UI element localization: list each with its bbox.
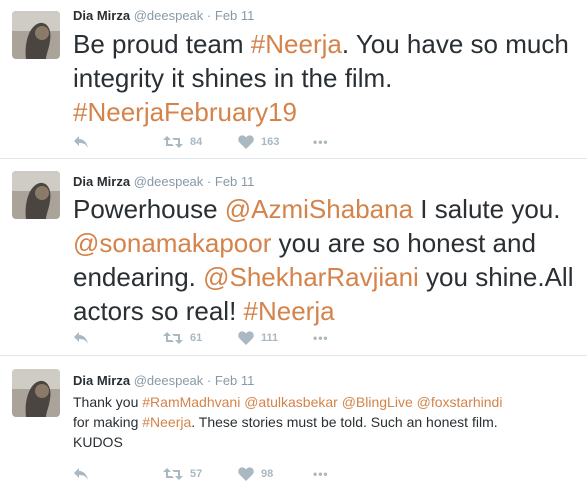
tweet-text-line: for making #Neerja. These stories must b… — [73, 412, 502, 432]
tweet-text-segment: you are so honest and — [271, 228, 536, 258]
tweet-text-segment: for making — [73, 414, 143, 430]
hashtag-link[interactable]: #RamMadhvani — [142, 394, 240, 410]
author-name[interactable]: Dia Mirza — [73, 373, 130, 388]
tweet-date[interactable]: Feb 11 — [215, 174, 255, 189]
reply-icon — [74, 332, 88, 344]
author-handle[interactable]: @deespeak — [134, 174, 204, 189]
more-icon: ••• — [313, 135, 329, 149]
tweet-date[interactable]: Feb 11 — [215, 8, 255, 23]
like-count: 98 — [261, 468, 274, 480]
tweet-text-segment: actors so real! — [73, 296, 244, 326]
tweet-text-line: Powerhouse @AzmiShabana I salute you. — [73, 192, 573, 226]
tweet[interactable]: Dia Mirza @deespeak · Feb 11 Powerhouse … — [0, 159, 587, 355]
meta-separator: · — [206, 373, 212, 388]
hashtag-link[interactable]: #Neerja — [251, 29, 342, 59]
hashtag-link[interactable]: #Neerja — [142, 414, 191, 430]
tweet-text-segment: KUDOS — [73, 434, 123, 450]
like-button[interactable]: 98 — [238, 467, 273, 481]
retweet-button[interactable]: 57 — [163, 467, 202, 481]
mention-link[interactable]: @ShekharRavjiani — [203, 262, 419, 292]
tweet-text-segment: endearing. — [73, 262, 204, 292]
tweet-text-line: integrity it shines in the film. — [73, 61, 569, 95]
mention-link[interactable]: @foxstarhindi — [417, 394, 503, 410]
retweet-button[interactable]: 61 — [163, 331, 202, 345]
hashtag-link[interactable]: #Neerja — [244, 296, 335, 326]
avatar[interactable] — [12, 369, 60, 417]
mention-link[interactable]: @AzmiShabana — [225, 194, 413, 224]
reply-button[interactable] — [73, 467, 89, 481]
author-handle[interactable]: @deespeak — [134, 8, 204, 23]
tweet-text: Be proud team #Neerja. You have so much i… — [73, 27, 569, 129]
mention-link[interactable]: @sonamakapoor — [73, 228, 271, 258]
tweet-text-segment: Thank you — [73, 394, 143, 410]
tweet-header: Dia Mirza @deespeak · Feb 11 — [73, 8, 254, 24]
tweet[interactable]: Dia Mirza @deespeak · Feb 11 Be proud te… — [0, 0, 587, 158]
meta-separator: · — [206, 174, 212, 189]
tweet-text: Thank you #RamMadhvani @atulkasbekar @Bl… — [73, 392, 502, 452]
hashtag-link[interactable]: #NeerjaFebruary19 — [73, 97, 297, 127]
tweet-text-line: actors so real! #Neerja — [73, 294, 573, 328]
tweet-text-line: endearing. @ShekharRavjiani you shine.Al… — [73, 260, 573, 294]
heart-icon — [238, 135, 254, 149]
tweet-text-segment: integrity it shines in the film. — [73, 63, 393, 93]
author-handle[interactable]: @deespeak — [134, 373, 204, 388]
like-button[interactable]: 163 — [238, 135, 279, 149]
mention-link[interactable]: @atulkasbekar — [244, 394, 338, 410]
tweet-text-segment: Be proud team — [73, 29, 251, 59]
more-button[interactable]: ••• — [313, 331, 329, 345]
author-name[interactable]: Dia Mirza — [73, 174, 130, 189]
tweet-text-segment: I salute you. — [413, 194, 561, 224]
avatar[interactable] — [12, 171, 60, 219]
avatar[interactable] — [12, 11, 60, 59]
retweet-icon — [163, 468, 183, 480]
author-name[interactable]: Dia Mirza — [73, 8, 130, 23]
tweet-text-line: KUDOS — [73, 432, 502, 452]
tweet-text: Powerhouse @AzmiShabana I salute you. @so… — [73, 192, 573, 328]
reply-icon — [74, 468, 88, 480]
tweet-text-segment: you shine.All — [418, 262, 574, 292]
reply-button[interactable] — [73, 331, 89, 345]
reply-icon — [74, 136, 88, 148]
more-icon: ••• — [313, 331, 329, 345]
tweet-date[interactable]: Feb 11 — [215, 373, 255, 388]
heart-icon — [238, 467, 254, 481]
retweet-button[interactable]: 84 — [163, 135, 202, 149]
reply-button[interactable] — [73, 135, 89, 149]
tweet-text-segment: Powerhouse — [73, 194, 225, 224]
tweet-header: Dia Mirza @deespeak · Feb 11 — [73, 373, 254, 389]
tweet-text-line: #NeerjaFebruary19 — [73, 95, 569, 129]
more-button[interactable]: ••• — [313, 135, 329, 149]
tweet-text-segment: . You have so much — [341, 29, 569, 59]
like-button[interactable]: 111 — [238, 331, 278, 345]
like-count: 111 — [261, 332, 279, 344]
retweet-icon — [163, 332, 183, 344]
heart-icon — [238, 331, 254, 345]
more-icon: ••• — [313, 467, 329, 481]
retweet-icon — [163, 136, 183, 148]
tweet-text-line: Thank you #RamMadhvani @atulkasbekar @Bl… — [73, 392, 502, 412]
retweet-count: 84 — [190, 136, 203, 148]
tweet-header: Dia Mirza @deespeak · Feb 11 — [73, 174, 254, 190]
tweet[interactable]: Dia Mirza @deespeak · Feb 11 Thank you #… — [0, 356, 587, 487]
more-button[interactable]: ••• — [313, 467, 329, 481]
tweet-text-segment: . These stories must be told. Such an ho… — [191, 414, 498, 430]
meta-separator: · — [206, 8, 212, 23]
tweet-text-line: Be proud team #Neerja. You have so much — [73, 27, 569, 61]
retweet-count: 57 — [190, 468, 203, 480]
retweet-count: 61 — [190, 332, 203, 344]
like-count: 163 — [261, 136, 280, 148]
mention-link[interactable]: @BlingLive — [342, 394, 413, 410]
tweet-text-line: @sonamakapoor you are so honest and — [73, 226, 573, 260]
